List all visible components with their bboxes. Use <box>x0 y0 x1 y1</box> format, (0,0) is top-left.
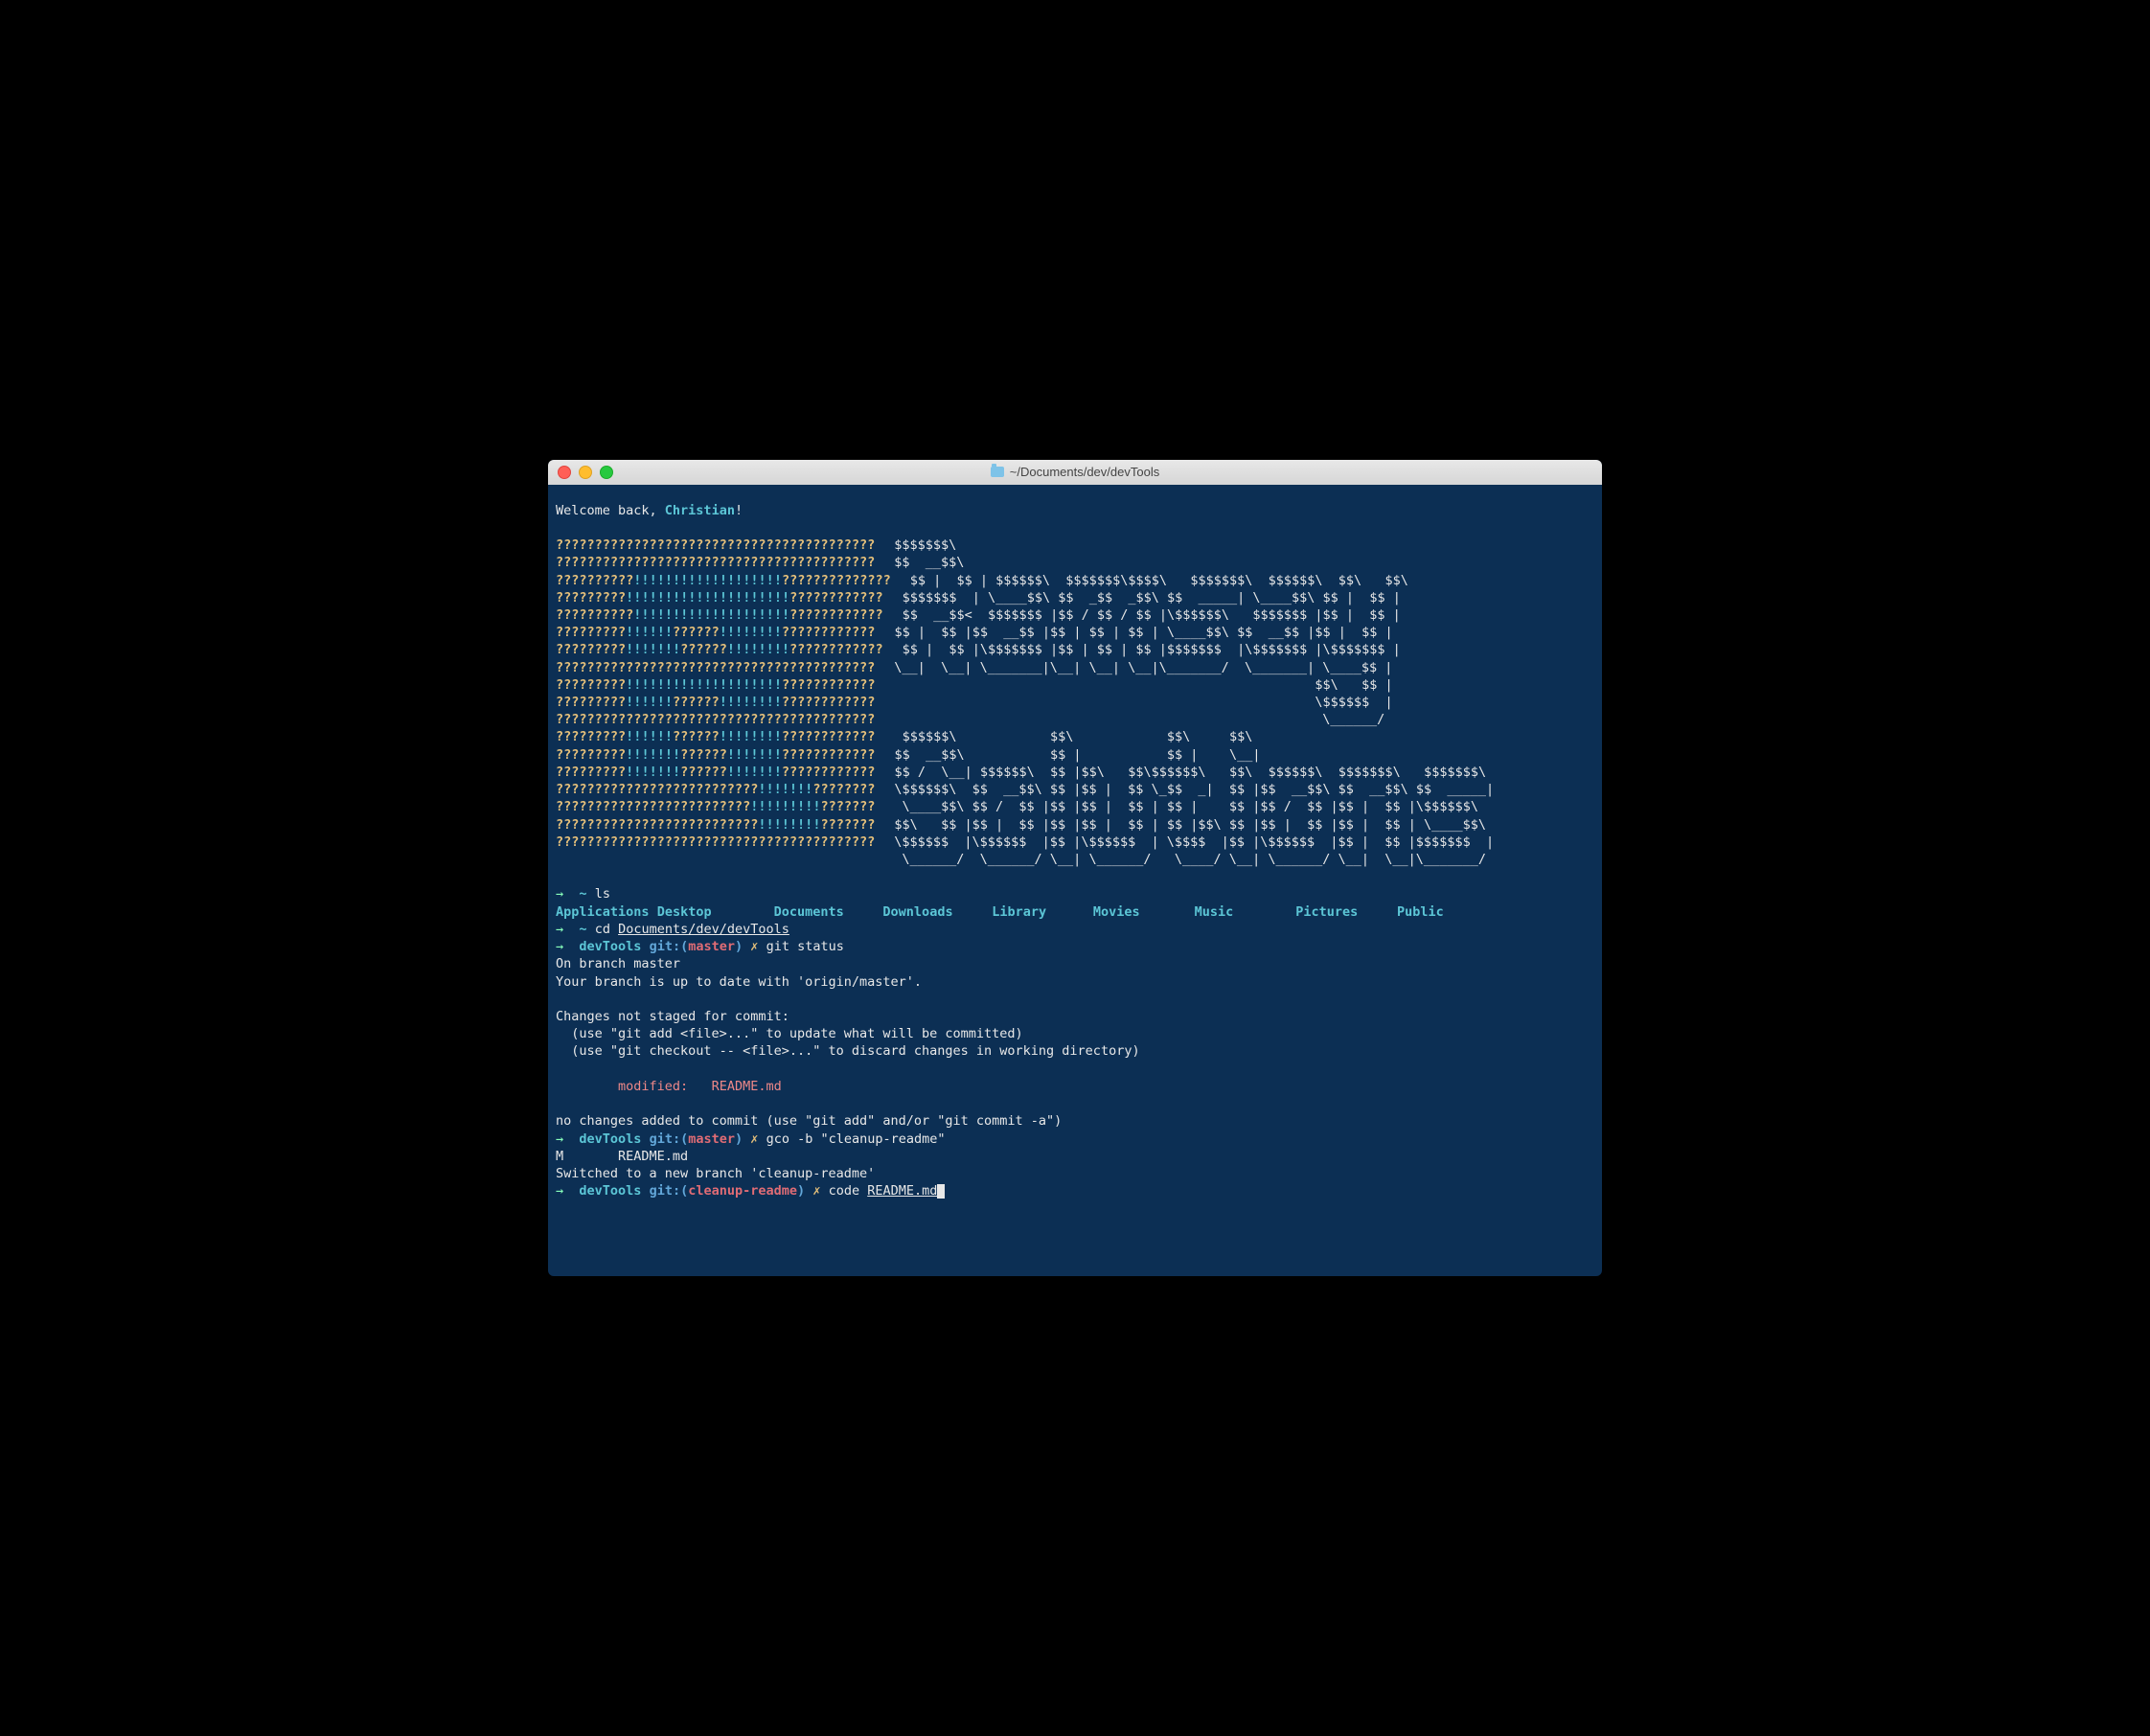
prompt-dir: ~ <box>579 886 586 902</box>
welcome-name: Christian <box>665 503 735 518</box>
minimize-icon[interactable] <box>579 466 592 479</box>
git-status-line: (use "git checkout -- <file>..." to disc… <box>556 1043 1140 1059</box>
terminal-window: ~/Documents/dev/devTools Welcome back, C… <box>548 460 1602 1277</box>
ascii-banner: ????????????????????????????????????????… <box>556 537 1594 868</box>
ls-entry: Public <box>1397 904 1444 920</box>
ls-entry: Documents <box>774 904 844 920</box>
prompt-cmd: git status <box>766 939 844 954</box>
prompt-dir: devTools <box>579 1183 641 1199</box>
prompt-cmd: gco -b "cleanup-readme" <box>766 1131 946 1147</box>
zoom-icon[interactable] <box>600 466 613 479</box>
git-branch: master <box>688 1131 735 1147</box>
git-branch: cleanup-readme <box>688 1183 797 1199</box>
ls-output: Applications Desktop Documents Downloads… <box>556 904 1452 920</box>
titlebar[interactable]: ~/Documents/dev/devTools <box>548 460 1602 485</box>
prompt-arrow: → <box>556 939 563 954</box>
ls-entry: Applications <box>556 904 650 920</box>
cd-path: Documents/dev/devTools <box>618 922 789 937</box>
folder-icon <box>991 467 1004 477</box>
git-status-line: Your branch is up to date with 'origin/m… <box>556 974 922 990</box>
ls-entry: Library <box>992 904 1046 920</box>
welcome-suffix: ! <box>735 503 743 518</box>
window-title: ~/Documents/dev/devTools <box>548 465 1602 479</box>
code-arg: README.md <box>867 1183 937 1199</box>
traffic-lights <box>558 466 613 479</box>
ls-entry: Downloads <box>882 904 952 920</box>
terminal-body[interactable]: Welcome back, Christian! ???????????????… <box>548 485 1602 1277</box>
ls-entry: Movies <box>1093 904 1140 920</box>
close-icon[interactable] <box>558 466 571 479</box>
dirty-icon: ✗ <box>812 1183 820 1199</box>
ls-entry: Desktop <box>657 904 712 920</box>
dirty-icon: ✗ <box>750 1131 758 1147</box>
gco-output: M README.md <box>556 1149 688 1164</box>
prompt-cmd: code <box>829 1183 868 1199</box>
prompt-arrow: → <box>556 1131 563 1147</box>
git-label: git: <box>650 939 681 954</box>
ls-entry: Pictures <box>1295 904 1358 920</box>
git-label: git: <box>650 1183 681 1199</box>
git-status-line: On branch master <box>556 956 680 971</box>
welcome-prefix: Welcome back, <box>556 503 665 518</box>
prompt-cmd: ls <box>595 886 610 902</box>
dirty-icon: ✗ <box>750 939 758 954</box>
modified-file: README.md <box>712 1079 782 1094</box>
prompt-cmd: cd <box>595 922 618 937</box>
modified-label: modified: <box>556 1079 712 1094</box>
prompt-arrow: → <box>556 886 563 902</box>
git-label: git: <box>650 1131 681 1147</box>
git-status-line: no changes added to commit (use "git add… <box>556 1113 1062 1129</box>
git-status-line: Changes not staged for commit: <box>556 1009 789 1024</box>
prompt-dir: ~ <box>579 922 586 937</box>
prompt-dir: devTools <box>579 1131 641 1147</box>
window-title-text: ~/Documents/dev/devTools <box>1010 465 1159 479</box>
git-branch: master <box>688 939 735 954</box>
prompt-arrow: → <box>556 1183 563 1199</box>
ls-entry: Music <box>1195 904 1234 920</box>
git-status-line: (use "git add <file>..." to update what … <box>556 1026 1023 1041</box>
prompt-arrow: → <box>556 922 563 937</box>
cursor-icon <box>937 1184 945 1199</box>
prompt-dir: devTools <box>579 939 641 954</box>
gco-output: Switched to a new branch 'cleanup-readme… <box>556 1166 875 1181</box>
